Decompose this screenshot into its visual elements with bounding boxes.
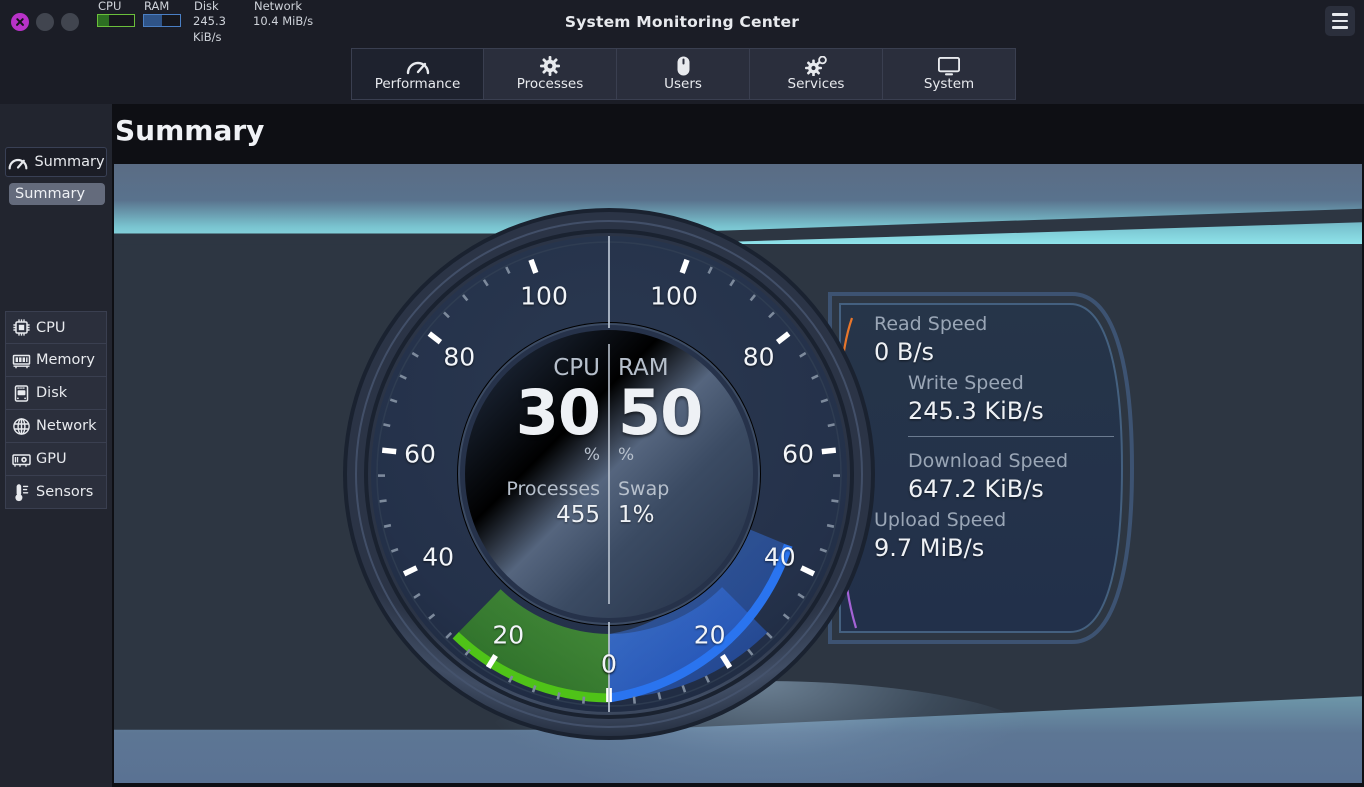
row-upload-speed: Upload Speed 9.7 MiB/s bbox=[874, 508, 1120, 563]
mouse-icon bbox=[677, 56, 690, 76]
sidebar-item-disk-label: Disk bbox=[36, 385, 68, 401]
hw-summary-cpu-label: CPU bbox=[98, 0, 122, 13]
sidebar-item-gpu[interactable]: GPU bbox=[5, 443, 107, 476]
hw-summary-cpu[interactable]: CPU bbox=[97, 0, 143, 27]
gauge-readouts: CPU 30 % Processes 455 RAM 50 % Swap 1% bbox=[459, 349, 759, 599]
read-speed-label: Read Speed bbox=[874, 313, 988, 335]
sidebar-item-cpu-label: CPU bbox=[36, 319, 66, 336]
sidebar-item-sensors-label: Sensors bbox=[36, 484, 94, 500]
sidebar-item-gpu-label: GPU bbox=[36, 451, 67, 467]
cpu-chip-icon bbox=[12, 318, 31, 337]
main-content-panel: Read Speed 0 B/s Write Speed 245.3 KiB/s… bbox=[114, 164, 1362, 783]
sidebar-header-label: Summary bbox=[34, 154, 105, 170]
minimize-button[interactable] bbox=[36, 12, 54, 31]
speedometer-icon bbox=[7, 155, 29, 170]
globe-icon bbox=[12, 417, 31, 436]
tab-processes-label: Processes bbox=[516, 76, 584, 92]
tab-processes[interactable]: Processes bbox=[484, 48, 617, 100]
tab-users[interactable]: Users bbox=[617, 48, 750, 100]
download-speed-value: 647.2 KiB/s bbox=[908, 475, 1044, 503]
gauge-readout-cpu: CPU 30 % Processes 455 bbox=[459, 349, 608, 599]
thermometer-icon bbox=[12, 483, 31, 502]
hamburger-menu-icon[interactable] bbox=[1325, 6, 1355, 36]
write-speed-label: Write Speed bbox=[908, 372, 1024, 394]
sidebar-item-sensors[interactable]: Sensors bbox=[5, 476, 107, 509]
gauge-swap-value: 1% bbox=[618, 502, 655, 528]
hard-disk-icon bbox=[12, 384, 31, 403]
download-speed-label: Download Speed bbox=[908, 450, 1069, 472]
tab-bar: Performance Processes Users Services Sys bbox=[0, 43, 1364, 104]
sidebar-item-network-label: Network bbox=[36, 418, 97, 434]
gear-icon bbox=[540, 56, 560, 76]
info-panel-divider bbox=[908, 436, 1114, 437]
memory-stick-icon bbox=[12, 351, 31, 370]
tab-performance[interactable]: Performance bbox=[351, 48, 484, 100]
sidebar-item-memory[interactable]: Memory bbox=[5, 344, 107, 377]
gauge-cpu-value: 30 bbox=[515, 376, 601, 449]
row-download-speed: Download Speed 647.2 KiB/s bbox=[874, 449, 1120, 504]
tab-users-label: Users bbox=[664, 76, 702, 92]
read-speed-value: 0 B/s bbox=[874, 338, 934, 366]
sidebar-item-summary[interactable]: Summary bbox=[9, 183, 105, 205]
tab-services-label: Services bbox=[787, 76, 845, 92]
sidebar-device-list: CPU Memory Disk Network GPU Sensors bbox=[5, 311, 107, 509]
sidebar-item-network[interactable]: Network bbox=[5, 410, 107, 443]
sidebar-header-summary[interactable]: Summary bbox=[5, 147, 107, 177]
write-speed-value: 245.3 KiB/s bbox=[908, 397, 1044, 425]
hw-summary-ram[interactable]: RAM bbox=[143, 0, 193, 27]
tab-performance-label: Performance bbox=[374, 76, 461, 92]
gauge-cpu-unit: % bbox=[583, 445, 600, 465]
graphics-card-icon bbox=[12, 450, 31, 469]
speedometer-icon bbox=[405, 56, 431, 76]
hw-summary-network-value: 10.4 MiB/s bbox=[253, 13, 314, 28]
hw-summary-cpu-bar bbox=[97, 13, 135, 27]
hw-summary-network[interactable]: Network 10.4 MiB/s bbox=[253, 0, 323, 29]
gauge-processes-value: 455 bbox=[556, 502, 600, 528]
window-controls bbox=[11, 12, 79, 31]
tab-services[interactable]: Services bbox=[750, 48, 883, 100]
row-write-speed: Write Speed 245.3 KiB/s bbox=[874, 371, 1120, 426]
sidebar-item-cpu[interactable]: CPU bbox=[5, 311, 107, 344]
gears-icon bbox=[805, 56, 827, 76]
upload-speed-label: Upload Speed bbox=[874, 509, 1007, 531]
hw-summary-ram-label: RAM bbox=[144, 0, 170, 13]
hw-summary-network-label: Network bbox=[254, 0, 303, 13]
hw-summary-disk-value: 245.3 KiB/s bbox=[193, 13, 226, 44]
upload-speed-value: 9.7 MiB/s bbox=[874, 534, 985, 562]
gauge-processes-label: Processes bbox=[506, 478, 600, 500]
sidebar-item-disk[interactable]: Disk bbox=[5, 377, 107, 410]
tab-system[interactable]: System bbox=[883, 48, 1016, 100]
row-read-speed: Read Speed 0 B/s bbox=[874, 312, 1120, 367]
speeds-rows: Read Speed 0 B/s Write Speed 245.3 KiB/s… bbox=[874, 312, 1120, 567]
gauge-readout-ram: RAM 50 % Swap 1% bbox=[608, 349, 759, 599]
sidebar-item-memory-label: Memory bbox=[36, 352, 95, 368]
hw-summary-ram-bar bbox=[143, 13, 181, 27]
maximize-button[interactable] bbox=[61, 12, 79, 31]
title-bar: CPU RAM Disk 245.3 KiB/s Network 10.4 Mi… bbox=[0, 0, 1364, 45]
sidebar-item-summary-label: Summary bbox=[15, 186, 86, 202]
hw-summary-disk-label: Disk bbox=[194, 0, 219, 13]
gauge-ram-value: 50 bbox=[618, 376, 703, 449]
gauge-swap-label: Swap bbox=[618, 478, 670, 500]
tab-list: Performance Processes Users Services Sys bbox=[351, 48, 1016, 100]
gauge-ram-unit: % bbox=[618, 445, 635, 465]
cpu-ram-gauge: 0 20 40 60 80 100 0 20 40 60 80 100 CPU 30 % Proces… bbox=[339, 204, 879, 744]
sidebar: Summary Summary CPU Memory Disk Network … bbox=[0, 104, 112, 787]
hardware-summary-strip: CPU RAM Disk 245.3 KiB/s Network 10.4 Mi… bbox=[97, 0, 323, 45]
monitor-icon bbox=[938, 56, 960, 76]
page-title: Summary bbox=[115, 114, 265, 147]
close-button[interactable] bbox=[11, 12, 29, 31]
hw-summary-disk[interactable]: Disk 245.3 KiB/s bbox=[193, 0, 253, 45]
tab-system-label: System bbox=[923, 76, 975, 92]
